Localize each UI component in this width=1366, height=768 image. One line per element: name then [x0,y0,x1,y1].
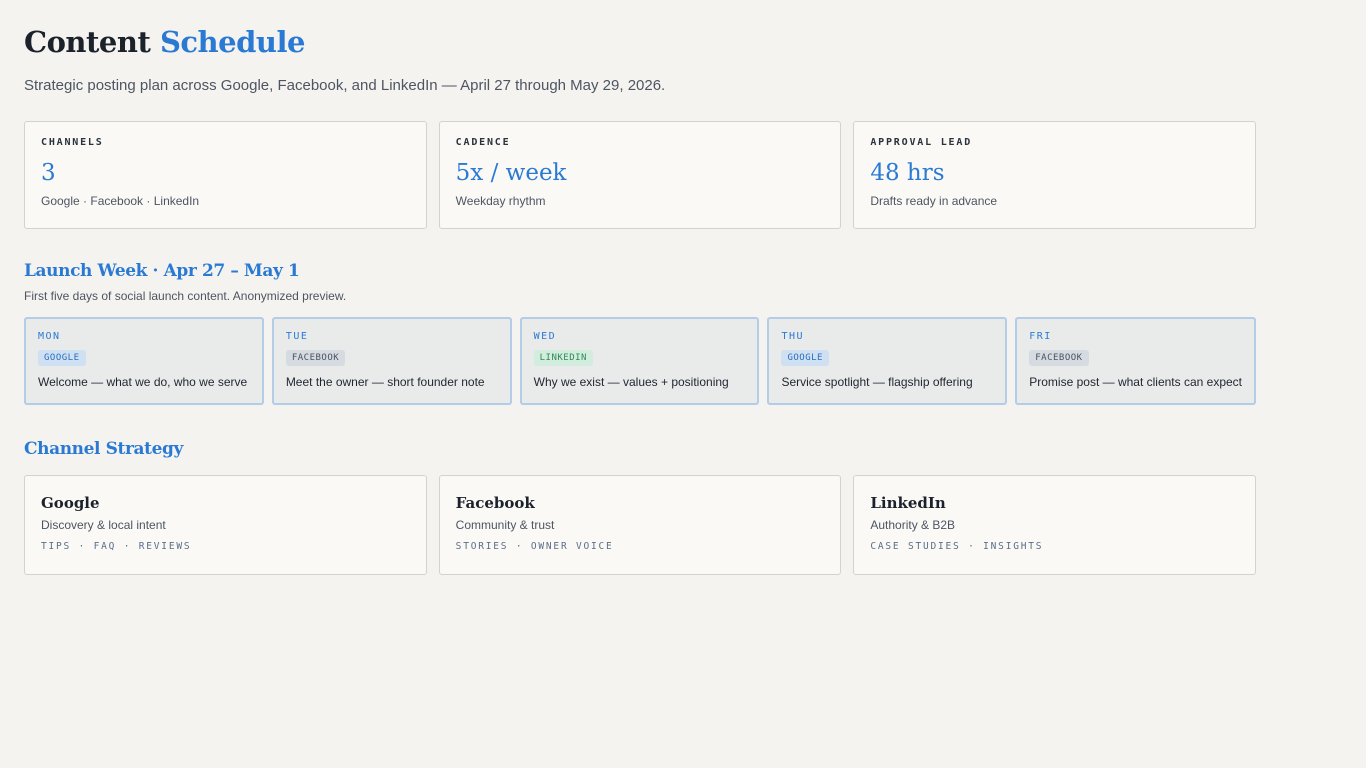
day-card-mon[interactable]: MON GOOGLE Welcome — what we do, who we … [24,317,264,405]
title-main: Content [24,25,151,59]
stat-desc: Drafts ready in advance [870,194,998,208]
launch-days-row: MON GOOGLE Welcome — what we do, who we … [24,317,1257,405]
channel-name: Facebook [455,494,535,512]
stat-desc: Google · Facebook · LinkedIn [41,194,200,208]
stats-row: CHANNELS 3 Google · Facebook · LinkedIn … [24,121,1257,229]
stat-label: APPROVAL LEAD [870,137,973,148]
day-label: WED [533,331,557,342]
channel-chip: LINKEDIN [533,350,593,366]
stat-card-channels: CHANNELS 3 Google · Facebook · LinkedIn [24,121,427,229]
channel-chip: FACEBOOK [285,350,346,366]
day-label: TUE [285,331,309,342]
day-post-text: Promise post — what clients can expect [1029,375,1243,389]
day-label: FRI [1029,331,1052,342]
channel-card-google: Google Discovery & local intent TIPS · F… [24,475,427,575]
stat-desc: Weekday rhythm [455,194,546,208]
stat-value: 3 [41,160,56,186]
channel-chip: GOOGLE [38,350,86,366]
channel-chip: FACEBOOK [1029,350,1089,366]
day-post-text: Welcome — what we do, who we serve [38,375,248,389]
stat-card-cadence: CADENCE 5x / week Weekday rhythm [438,121,842,229]
day-card-fri[interactable]: FRI FACEBOOK Promise post — what clients… [1015,317,1257,405]
page-title: Content Schedule [24,24,1256,60]
channel-name: Google [41,494,100,512]
channel-strategy-title: Channel Strategy [24,439,183,459]
channel-desc: Community & trust [455,518,555,532]
launch-week-subtitle: First five days of social launch content… [24,289,347,303]
channel-desc: Authority & B2B [870,518,956,532]
channel-chip: GOOGLE [781,350,829,366]
channel-desc: Discovery & local intent [41,518,166,532]
channel-card-facebook: Facebook Community & trust STORIES · OWN… [438,475,842,575]
day-post-text: Why we exist — values + positioning [533,375,729,389]
day-label: MON [38,331,61,342]
stat-card-approval-lead: APPROVAL LEAD 48 hrs Drafts ready in adv… [853,121,1257,229]
launch-week-title: Launch Week · Apr 27 – May 1 [24,261,300,281]
page-subtitle: Strategic posting plan across Google, Fa… [24,77,666,94]
day-post-text: Meet the owner — short founder note [285,375,485,389]
day-post-text: Service spotlight — flagship offering [781,375,973,389]
channel-card-linkedin: LinkedIn Authority & B2B CASE STUDIES · … [853,475,1257,575]
day-card-wed[interactable]: WED LINKEDIN Why we exist — values + pos… [519,317,760,405]
stat-value: 48 hrs [870,160,945,186]
channel-tags: TIPS · FAQ · REVIEWS [41,541,192,552]
channel-tags: STORIES · OWNER VOICE [455,541,614,552]
channel-tags: CASE STUDIES · INSIGHTS [870,541,1044,552]
day-label: THU [781,331,804,342]
day-card-thu[interactable]: THU GOOGLE Service spotlight — flagship … [767,317,1008,405]
title-accent: Schedule [159,25,305,59]
channel-strategy-row: Google Discovery & local intent TIPS · F… [24,475,1257,575]
channel-name: LinkedIn [870,494,946,512]
stat-label: CHANNELS [41,137,104,148]
day-card-tue[interactable]: TUE FACEBOOK Meet the owner — short foun… [271,317,512,405]
page: Content Schedule Strategic posting plan … [0,0,1280,575]
stat-label: CADENCE [455,137,511,148]
stat-value: 5x / week [455,160,567,186]
